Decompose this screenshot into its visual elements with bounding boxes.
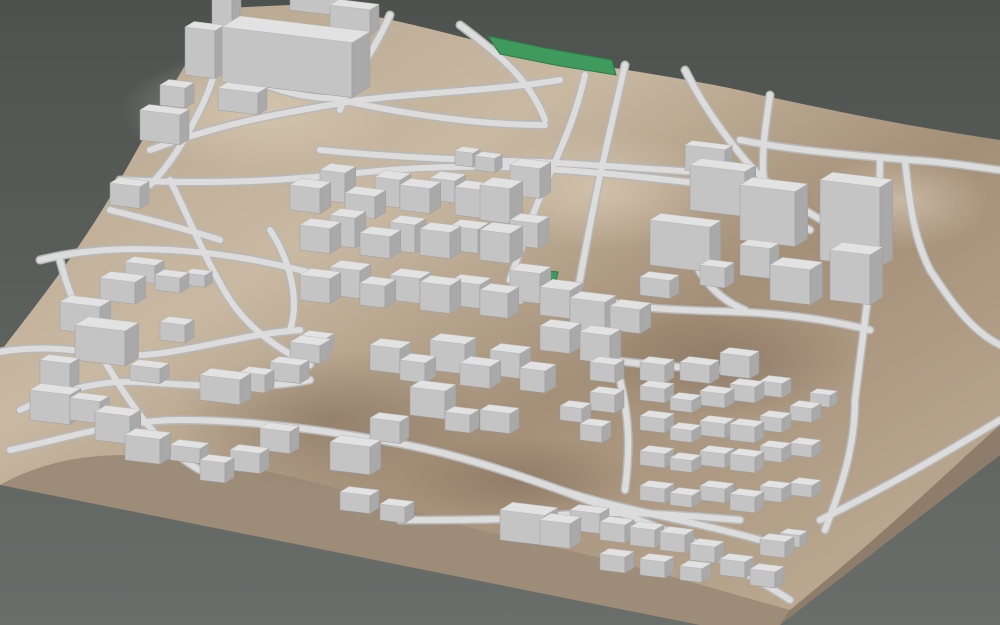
building[interactable] xyxy=(124,428,172,465)
building[interactable] xyxy=(74,316,140,367)
building[interactable] xyxy=(789,400,822,424)
building[interactable] xyxy=(679,356,720,385)
building[interactable] xyxy=(329,435,382,476)
building[interactable] xyxy=(699,259,735,289)
map-viewport[interactable] xyxy=(0,0,1000,625)
building[interactable] xyxy=(129,359,170,385)
building[interactable] xyxy=(789,437,822,459)
building[interactable] xyxy=(759,440,792,464)
building[interactable] xyxy=(639,480,675,504)
building[interactable] xyxy=(589,356,625,384)
building[interactable] xyxy=(729,448,765,474)
building[interactable] xyxy=(749,563,785,589)
building[interactable] xyxy=(739,177,809,248)
building[interactable] xyxy=(639,271,680,300)
building[interactable] xyxy=(539,513,582,550)
building[interactable] xyxy=(789,477,822,499)
building[interactable] xyxy=(289,178,332,215)
building[interactable] xyxy=(719,553,755,579)
building[interactable] xyxy=(269,356,310,385)
building[interactable] xyxy=(184,21,225,80)
building[interactable] xyxy=(339,486,380,515)
building[interactable] xyxy=(599,548,635,574)
building[interactable] xyxy=(639,445,675,469)
building[interactable] xyxy=(479,222,524,265)
building[interactable] xyxy=(539,319,582,355)
building[interactable] xyxy=(217,82,268,116)
building[interactable] xyxy=(379,498,415,524)
building[interactable] xyxy=(759,375,792,399)
building[interactable] xyxy=(474,151,503,173)
building[interactable] xyxy=(659,526,695,554)
building[interactable] xyxy=(39,354,80,390)
building[interactable] xyxy=(109,177,150,210)
building[interactable] xyxy=(159,316,195,344)
building[interactable] xyxy=(699,415,735,439)
city-model-canvas[interactable] xyxy=(0,0,1000,625)
building[interactable] xyxy=(669,487,702,509)
building[interactable] xyxy=(729,488,765,514)
building[interactable] xyxy=(399,178,442,215)
building[interactable] xyxy=(639,553,675,579)
building[interactable] xyxy=(159,79,195,109)
building[interactable] xyxy=(669,452,702,474)
building[interactable] xyxy=(759,533,795,559)
building[interactable] xyxy=(589,386,625,414)
building[interactable] xyxy=(359,276,397,309)
building[interactable] xyxy=(559,400,592,424)
building[interactable] xyxy=(519,361,557,394)
building[interactable] xyxy=(699,445,735,469)
building[interactable] xyxy=(689,538,725,564)
building[interactable] xyxy=(729,418,765,444)
building[interactable] xyxy=(154,269,190,294)
building[interactable] xyxy=(369,412,410,445)
building[interactable] xyxy=(679,560,712,584)
building[interactable] xyxy=(444,406,480,434)
building[interactable] xyxy=(229,444,270,475)
building[interactable] xyxy=(759,480,792,504)
building[interactable] xyxy=(479,404,520,435)
building[interactable] xyxy=(639,410,675,434)
building[interactable] xyxy=(669,392,702,414)
building[interactable] xyxy=(699,385,735,409)
building[interactable] xyxy=(299,268,342,305)
building[interactable] xyxy=(419,222,462,260)
building[interactable] xyxy=(199,368,252,406)
building[interactable] xyxy=(629,521,665,549)
building[interactable] xyxy=(669,422,702,444)
building[interactable] xyxy=(639,356,675,384)
building[interactable] xyxy=(759,410,792,434)
building[interactable] xyxy=(639,380,675,404)
building[interactable] xyxy=(139,104,190,146)
building[interactable] xyxy=(769,257,824,306)
building[interactable] xyxy=(479,283,520,319)
building[interactable] xyxy=(719,347,760,380)
building[interactable] xyxy=(459,356,502,390)
building[interactable] xyxy=(419,275,462,315)
building[interactable] xyxy=(299,218,342,255)
building[interactable] xyxy=(829,242,884,306)
building[interactable] xyxy=(599,516,635,544)
building[interactable] xyxy=(579,418,612,444)
building[interactable] xyxy=(99,271,147,305)
building[interactable] xyxy=(399,353,437,384)
building[interactable] xyxy=(199,454,235,484)
building[interactable] xyxy=(359,226,402,260)
building[interactable] xyxy=(729,378,765,404)
building[interactable] xyxy=(699,480,735,504)
